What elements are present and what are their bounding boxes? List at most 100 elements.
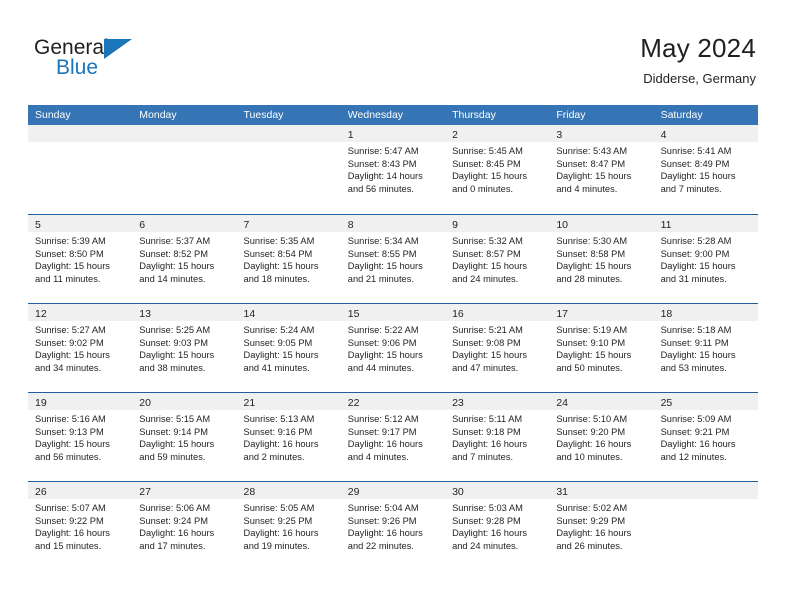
calendar-day-cell[interactable]: 10 Sunrise: 5:30 AM Sunset: 8:58 PM Dayligh…: [549, 215, 654, 303]
calendar-day-cell[interactable]: 9 Sunrise: 5:32 AM Sunset: 8:57 PM Daylight…: [445, 215, 550, 303]
day-details: Sunrise: 5:39 AM Sunset: 8:50 PM Daylight:…: [28, 232, 132, 285]
day-number-band: 24: [549, 393, 654, 410]
day-number-band: 12: [28, 304, 133, 321]
calendar-day-cell[interactable]: 25 Sunrise: 5:09 AM Sunset: 9:21 PM Dayligh…: [653, 393, 758, 481]
daylight-text: Daylight: 16 hours: [35, 528, 110, 539]
calendar-day-cell[interactable]: 18 Sunrise: 5:18 AM Sunset: 9:11 PM Dayligh…: [653, 304, 758, 392]
sunrise-text: Sunrise: 5:39 AM: [35, 236, 106, 246]
daylight-text: Daylight: 15 hours: [556, 171, 632, 182]
generalblue-logo[interactable]: General Blue: [34, 36, 174, 84]
day-details: [132, 142, 236, 145]
sunrise-text: Sunrise: 5:34 AM: [347, 236, 419, 246]
calendar-day-cell[interactable]: 22 Sunrise: 5:12 AM Sunset: 9:17 PM Dayligh…: [340, 393, 446, 481]
weekday-header-friday: Friday: [556, 109, 586, 121]
day-number: 21: [243, 397, 256, 409]
daylight-text-cont: and 21 minutes.: [347, 273, 414, 284]
day-number: 7: [243, 219, 250, 231]
calendar-day-cell[interactable]: 12 Sunrise: 5:27 AM Sunset: 9:02 PM Dayligh…: [28, 304, 133, 392]
calendar-day-cell[interactable]: 13 Sunrise: 5:25 AM Sunset: 9:03 PM Dayligh…: [132, 304, 237, 392]
daylight-text-cont: and 56 minutes.: [347, 183, 414, 194]
weekday-header-sunday: Sunday: [35, 109, 71, 121]
calendar-day-cell[interactable]: 11 Sunrise: 5:28 AM Sunset: 9:00 PM Dayligh…: [653, 215, 758, 303]
calendar-day-cell[interactable]: 1 Sunrise: 5:47 AM Sunset: 8:43 PM Daylight…: [340, 125, 446, 214]
sunrise-text: Sunrise: 5:02 AM: [556, 503, 628, 513]
calendar-day-cell[interactable]: 7 Sunrise: 5:35 AM Sunset: 8:54 PM Daylight…: [236, 215, 341, 303]
daylight-text: Daylight: 15 hours: [35, 261, 110, 272]
sunrise-text: Sunrise: 5:12 AM: [347, 414, 419, 424]
calendar-day-cell[interactable]: 17 Sunrise: 5:19 AM Sunset: 9:10 PM Dayligh…: [549, 304, 654, 392]
daylight-text: Daylight: 16 hours: [556, 439, 632, 450]
weekday-header-thursday: Thursday: [452, 109, 496, 121]
day-number-band: 2: [445, 125, 550, 142]
day-number-band: 27: [132, 482, 237, 499]
calendar-day-cell[interactable]: 8 Sunrise: 5:34 AM Sunset: 8:55 PM Daylight…: [340, 215, 446, 303]
sunset-text: Sunset: 9:17 PM: [347, 426, 417, 437]
calendar-day-cell[interactable]: 20 Sunrise: 5:15 AM Sunset: 9:14 PM Dayligh…: [132, 393, 237, 481]
day-details: Sunrise: 5:37 AM Sunset: 8:52 PM Daylight:…: [132, 232, 236, 285]
calendar-day-cell[interactable]: 28 Sunrise: 5:05 AM Sunset: 9:25 PM Dayligh…: [236, 482, 341, 570]
daylight-text-cont: and 10 minutes.: [556, 451, 623, 462]
daylight-text: Daylight: 15 hours: [243, 261, 319, 272]
day-number: 22: [347, 397, 360, 409]
calendar-day-cell[interactable]: 2 Sunrise: 5:45 AM Sunset: 8:45 PM Daylight…: [445, 125, 550, 214]
sunset-text: Sunset: 9:02 PM: [35, 337, 104, 348]
day-number-band: 17: [549, 304, 654, 321]
calendar-day-cell-empty[interactable]: [653, 482, 758, 570]
daylight-text: Daylight: 15 hours: [347, 261, 423, 272]
page-header: General Blue May 2024 Didderse, Germany: [0, 0, 792, 100]
calendar-day-cell-empty[interactable]: [132, 125, 237, 214]
sunrise-text: Sunrise: 5:32 AM: [452, 236, 523, 246]
day-details: Sunrise: 5:45 AM Sunset: 8:45 PM Daylight:…: [445, 142, 549, 195]
daylight-text-cont: and 12 minutes.: [660, 451, 727, 462]
calendar-day-cell[interactable]: 21 Sunrise: 5:13 AM Sunset: 9:16 PM Dayligh…: [236, 393, 341, 481]
sunrise-text: Sunrise: 5:05 AM: [243, 503, 315, 513]
sunset-text: Sunset: 9:16 PM: [243, 426, 313, 437]
calendar-day-cell[interactable]: 24 Sunrise: 5:10 AM Sunset: 9:20 PM Dayligh…: [549, 393, 654, 481]
daylight-text-cont: and 18 minutes.: [243, 273, 310, 284]
day-details: Sunrise: 5:22 AM Sunset: 9:06 PM Daylight:…: [341, 321, 445, 374]
day-number-band: 19: [28, 393, 133, 410]
day-details: Sunrise: 5:35 AM Sunset: 8:54 PM Daylight:…: [237, 232, 341, 285]
calendar-day-cell[interactable]: 26 Sunrise: 5:07 AM Sunset: 9:22 PM Dayligh…: [28, 482, 133, 570]
day-number: 28: [243, 486, 256, 498]
daylight-text: Daylight: 15 hours: [35, 439, 110, 450]
sunrise-text: Sunrise: 5:45 AM: [452, 146, 523, 156]
day-details: Sunrise: 5:30 AM Sunset: 8:58 PM Daylight:…: [549, 232, 653, 285]
calendar-day-cell-empty[interactable]: [28, 125, 133, 214]
day-details: Sunrise: 5:24 AM Sunset: 9:05 PM Daylight:…: [237, 321, 341, 374]
sunrise-text: Sunrise: 5:35 AM: [243, 236, 315, 246]
calendar-day-cell[interactable]: 27 Sunrise: 5:06 AM Sunset: 9:24 PM Dayligh…: [132, 482, 237, 570]
calendar-day-cell[interactable]: 19 Sunrise: 5:16 AM Sunset: 9:13 PM Dayligh…: [28, 393, 133, 481]
sunrise-text: Sunrise: 5:41 AM: [660, 146, 732, 156]
day-number: 10: [556, 219, 569, 231]
calendar-day-cell[interactable]: 31 Sunrise: 5:02 AM Sunset: 9:29 PM Dayligh…: [549, 482, 654, 570]
calendar-day-cell-empty[interactable]: [236, 125, 341, 214]
calendar-day-cell[interactable]: 15 Sunrise: 5:22 AM Sunset: 9:06 PM Dayligh…: [340, 304, 446, 392]
calendar-day-cell[interactable]: 3 Sunrise: 5:43 AM Sunset: 8:47 PM Daylight…: [549, 125, 654, 214]
calendar-day-cell[interactable]: 4 Sunrise: 5:41 AM Sunset: 8:49 PM Daylight…: [653, 125, 758, 214]
daylight-text: Daylight: 15 hours: [139, 350, 215, 361]
daylight-text-cont: and 34 minutes.: [35, 362, 102, 373]
sunset-text: Sunset: 8:55 PM: [347, 248, 417, 259]
calendar-day-cell[interactable]: 16 Sunrise: 5:21 AM Sunset: 9:08 PM Dayligh…: [445, 304, 550, 392]
sunset-text: Sunset: 9:06 PM: [347, 337, 417, 348]
calendar-day-cell[interactable]: 14 Sunrise: 5:24 AM Sunset: 9:05 PM Dayligh…: [236, 304, 341, 392]
calendar-day-cell[interactable]: 30 Sunrise: 5:03 AM Sunset: 9:28 PM Dayligh…: [445, 482, 550, 570]
day-details: Sunrise: 5:05 AM Sunset: 9:25 PM Daylight:…: [237, 499, 341, 552]
day-details: Sunrise: 5:03 AM Sunset: 9:28 PM Daylight:…: [445, 499, 549, 552]
calendar-day-cell[interactable]: 6 Sunrise: 5:37 AM Sunset: 8:52 PM Daylight…: [132, 215, 237, 303]
sunrise-text: Sunrise: 5:24 AM: [243, 325, 315, 335]
sunrise-text: Sunrise: 5:30 AM: [556, 236, 628, 246]
weekday-header-saturday: Saturday: [660, 109, 703, 121]
sunset-text: Sunset: 9:24 PM: [139, 515, 208, 526]
day-number-band: 18: [653, 304, 758, 321]
daylight-text: Daylight: 15 hours: [452, 171, 527, 182]
daylight-text: Daylight: 16 hours: [347, 528, 423, 539]
day-details: Sunrise: 5:28 AM Sunset: 9:00 PM Daylight:…: [654, 232, 758, 285]
calendar-day-cell[interactable]: 23 Sunrise: 5:11 AM Sunset: 9:18 PM Dayligh…: [445, 393, 550, 481]
calendar-page: General Blue May 2024 Didderse, Germany …: [0, 0, 792, 612]
day-number-band: 31: [549, 482, 654, 499]
calendar-day-cell[interactable]: 29 Sunrise: 5:04 AM Sunset: 9:26 PM Dayligh…: [340, 482, 446, 570]
day-number-band: 29: [340, 482, 446, 499]
calendar-day-cell[interactable]: 5 Sunrise: 5:39 AM Sunset: 8:50 PM Daylight…: [28, 215, 133, 303]
